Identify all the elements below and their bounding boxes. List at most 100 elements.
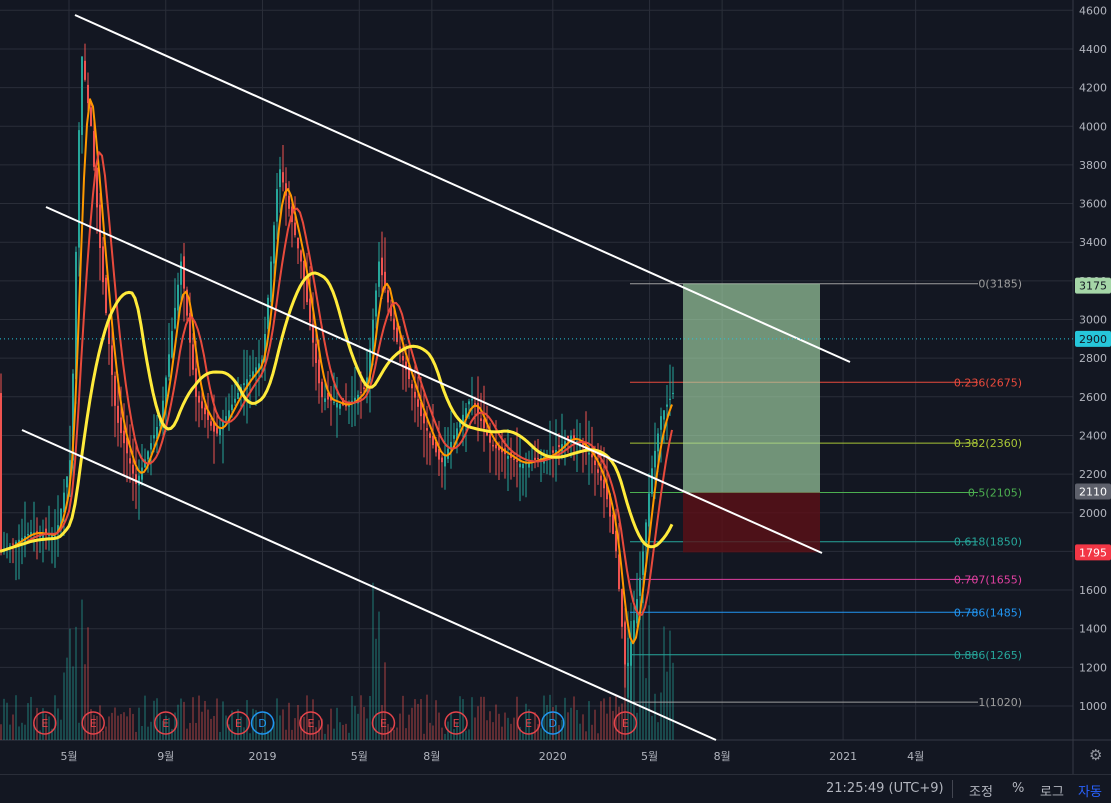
event-marker-label[interactable]: D [549,717,557,730]
volume-bar [612,710,614,740]
auto-scale-toggle[interactable]: 자동 [1078,781,1102,800]
volume-bar [423,733,425,740]
volume-bar [513,717,515,740]
candle-body [231,404,233,411]
candle-body [669,398,671,400]
candle-body [267,297,269,329]
volume-bar [141,725,143,740]
candle-body [495,444,497,449]
fib-level-label: 0.707(1655) [954,573,1022,586]
event-marker-label[interactable]: E [235,717,242,730]
volume-bar [30,696,32,740]
candle-body [297,237,299,249]
volume-bar [618,706,620,740]
fib-level-label: 0.618(1850) [954,536,1022,549]
volume-bar [261,731,263,740]
price-chart[interactable]: 0(3185) 0.236(2675) 0.382(2360) 0.5(2105) 0.… [0,0,1111,774]
volume-bar [108,716,110,740]
fib-level-label: 0(3185) [978,278,1022,291]
volume-bar [258,733,260,740]
candle-body [147,451,149,460]
volume-bar [111,712,113,740]
event-marker-label[interactable]: D [258,717,266,730]
volume-bar [492,722,494,740]
volume-bar [156,698,158,740]
volume-bar [603,698,605,740]
candle-body [642,551,644,575]
log-scale-toggle[interactable]: 로그 [1040,781,1064,800]
price-tick-label: 3400 [1079,236,1107,249]
volume-bar [576,709,578,740]
event-marker-label[interactable]: E [380,717,387,730]
status-bar: 21:25:49 (UTC+9) 조정 % 로그 자동 [0,774,1111,803]
volume-bar [444,733,446,740]
time-tick-label: 2019 [249,750,277,763]
candle-body [96,167,98,208]
volume-bar [66,657,68,740]
event-marker-label[interactable]: E [622,717,629,730]
time-tick-label: 2020 [539,750,567,763]
event-marker-label[interactable]: E [90,717,97,730]
volume-bar [3,698,5,740]
adjust-toggle[interactable]: 조정 [969,781,993,800]
candle-body [429,433,431,438]
candle-body [150,443,152,450]
time-tick-label: 4월 [907,750,924,763]
candle-body [84,60,86,80]
volume-bar [138,707,140,740]
candle-body [249,375,251,377]
volume-bar [651,715,653,740]
candle-body [411,384,413,389]
event-marker-label[interactable]: E [162,717,169,730]
volume-bar [219,731,221,740]
fib-level-label: 1(1020) [978,696,1022,709]
candle-body [444,455,446,467]
candle-body [81,56,83,135]
volume-bar [369,696,371,740]
price-label-text: 3175 [1079,280,1107,293]
candle-body [216,427,218,434]
price-tick-label: 4000 [1079,120,1107,133]
volume-bar [357,713,359,740]
volume-bar [9,724,11,740]
price-label-text: 1795 [1079,546,1107,559]
candle-body [138,475,140,486]
volume-bar [291,729,293,740]
candle-body [87,84,89,104]
volume-bar [204,700,206,740]
volume-bar [189,722,191,740]
event-marker-label[interactable]: E [307,717,314,730]
fib-level-label: 0.382(2360) [954,437,1022,450]
volume-bar [123,712,125,740]
volume-bar [135,731,137,740]
candle-body [198,395,200,403]
volume-bar [69,628,71,740]
candle-body [363,387,365,390]
candle-body [441,457,443,463]
volume-bar [564,697,566,740]
volume-bar [600,701,602,740]
time-tick-label: 8월 [423,750,440,763]
volume-bar [36,707,38,740]
volume-bar [462,699,464,740]
candle-body [666,404,668,407]
volume-bar [345,723,347,740]
event-marker-label[interactable]: E [453,717,460,730]
position-zones[interactable] [683,283,820,553]
volume-bar [225,715,227,740]
event-marker-label[interactable]: E [525,717,532,730]
price-tick-label: 3800 [1079,159,1107,172]
volume-bar [129,707,131,740]
settings-gear-icon[interactable]: ⚙ [1089,746,1102,764]
candle-body [102,246,104,283]
percent-toggle[interactable]: % [1012,781,1024,796]
volume-bar [282,709,284,740]
volume-bar [471,697,473,740]
volume-bar [591,724,593,740]
candle-body [300,250,302,262]
volume-bar [477,706,479,740]
profit-zone [683,283,820,493]
event-marker-label[interactable]: E [41,717,48,730]
time-tick-label: 8월 [714,750,731,763]
volume-bar [99,705,101,740]
